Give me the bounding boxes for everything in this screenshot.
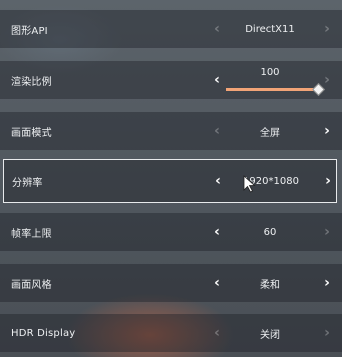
chevron-right-icon[interactable]: › — [320, 314, 334, 352]
setting-value: 关闭 — [260, 329, 280, 341]
setting-label: 图形API — [11, 25, 48, 37]
chevron-left-icon[interactable]: ‹ — [210, 10, 224, 48]
setting-label: 渲染比例 — [11, 76, 52, 88]
setting-row-frame-rate[interactable]: 帧率上限 ‹ 60 › — [0, 213, 342, 251]
setting-value: 100 — [260, 66, 280, 78]
setting-row-resolution[interactable]: 分辨率 ‹ 1920*1080 › — [3, 159, 337, 203]
chevron-right-icon[interactable]: › — [320, 112, 334, 150]
setting-row-render-scale[interactable]: 渲染比例 ‹ 100 › — [0, 61, 342, 99]
chevron-right-icon[interactable]: › — [321, 160, 335, 202]
slider-fill — [226, 88, 318, 91]
chevron-left-icon[interactable]: ‹ — [210, 264, 224, 302]
chevron-left-icon[interactable]: ‹ — [210, 112, 224, 150]
setting-label: 帧率上限 — [11, 228, 52, 240]
setting-label: 画面风格 — [11, 279, 52, 291]
setting-value: 1920*1080 — [243, 175, 299, 187]
mouse-cursor-icon — [243, 175, 256, 193]
render-scale-slider[interactable] — [226, 83, 325, 96]
chevron-right-icon[interactable]: › — [320, 10, 334, 48]
chevron-right-icon[interactable]: › — [320, 213, 334, 251]
setting-value: DirectX11 — [245, 23, 295, 35]
setting-label: HDR Display — [11, 327, 76, 339]
setting-row-graphics-api[interactable]: 图形API ‹ DirectX11 › — [0, 10, 342, 48]
setting-row-graphics-style[interactable]: 画面风格 ‹ 柔和 › — [0, 264, 342, 302]
chevron-right-icon[interactable]: › — [320, 264, 334, 302]
chevron-right-icon[interactable]: › — [320, 61, 334, 99]
chevron-left-icon[interactable]: ‹ — [211, 160, 225, 202]
chevron-left-icon[interactable]: ‹ — [210, 213, 224, 251]
setting-value: 60 — [263, 226, 277, 238]
setting-value: 全屏 — [260, 127, 280, 139]
setting-value: 柔和 — [260, 279, 280, 291]
chevron-left-icon[interactable]: ‹ — [210, 314, 224, 352]
setting-label: 画面模式 — [11, 127, 52, 139]
setting-row-display-mode[interactable]: 画面模式 ‹ 全屏 › — [0, 112, 342, 150]
setting-label: 分辨率 — [12, 177, 43, 189]
setting-row-hdr-display[interactable]: HDR Display ‹ 关闭 › — [0, 314, 342, 352]
chevron-left-icon[interactable]: ‹ — [210, 61, 224, 99]
